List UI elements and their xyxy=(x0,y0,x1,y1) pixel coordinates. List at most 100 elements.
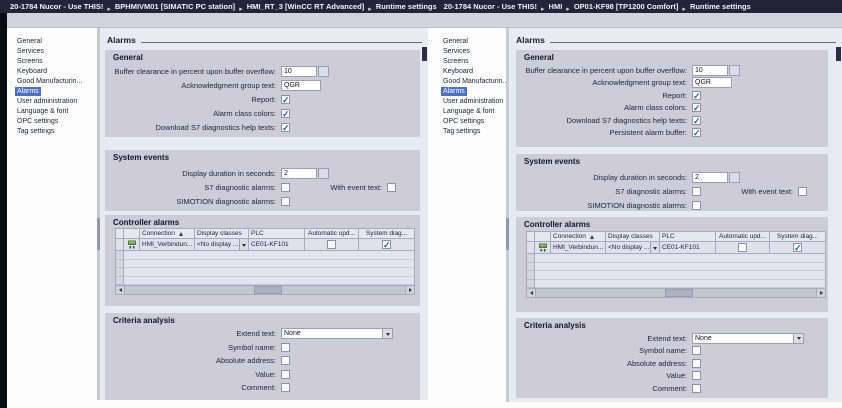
row-header-cell[interactable] xyxy=(526,242,535,254)
alarm-class-colors-checkbox[interactable] xyxy=(281,109,290,118)
table-row[interactable]: HMI_Verbindun... <No display ... CE01-KF… xyxy=(115,239,415,251)
spin-up-icon[interactable] xyxy=(322,169,326,173)
automatic-update-checkbox[interactable] xyxy=(327,240,336,249)
column-header-plc[interactable]: PLC xyxy=(249,228,305,239)
column-header-automatic-update[interactable]: Automatic upd... xyxy=(305,228,359,239)
plc-cell[interactable]: CE01-KF101 xyxy=(660,242,716,254)
value-checkbox[interactable] xyxy=(692,371,701,380)
extend-text-dropdown[interactable]: None xyxy=(692,333,804,344)
ack-group-text-input[interactable] xyxy=(281,80,321,91)
sidebar-item-alarms[interactable]: Alarms xyxy=(12,87,96,97)
scroll-right-icon[interactable] xyxy=(405,285,415,295)
report-checkbox[interactable] xyxy=(281,95,290,104)
spin-up-icon[interactable] xyxy=(322,67,326,71)
sidebar-item-language-font[interactable]: Language & font xyxy=(12,107,96,117)
row-header-cell[interactable] xyxy=(115,239,124,251)
absolute-address-checkbox[interactable] xyxy=(692,359,701,368)
spin-down-icon[interactable] xyxy=(322,174,326,178)
column-header-system-diagnostics[interactable]: System diag... xyxy=(359,228,415,239)
display-duration-input[interactable] xyxy=(692,172,728,183)
connection-cell[interactable]: HMI_Verbindun... xyxy=(140,239,195,251)
plc-cell[interactable]: CE01-KF101 xyxy=(249,239,305,251)
simotion-diagnostic-alarms-checkbox[interactable] xyxy=(692,201,701,210)
scrollbar-thumb[interactable] xyxy=(665,289,693,297)
system-diagnostics-checkbox[interactable] xyxy=(793,243,802,252)
spin-up-icon[interactable] xyxy=(733,173,737,177)
spinner-control[interactable] xyxy=(318,168,329,179)
breadcrumb-item[interactable]: HMI_RT_3 [WinCC RT Advanced] xyxy=(247,2,365,11)
criteria-analysis-section: Criteria analysis Extend text: None Symb… xyxy=(516,318,828,398)
column-header-display-classes[interactable]: Display classes xyxy=(195,228,249,239)
alarm-class-colors-checkbox[interactable] xyxy=(692,103,701,112)
display-classes-cell[interactable]: <No display ... xyxy=(195,239,249,251)
column-header-automatic-update[interactable]: Automatic upd... xyxy=(716,231,770,242)
value-checkbox[interactable] xyxy=(281,370,290,379)
breadcrumb-item[interactable]: HMI xyxy=(549,2,563,11)
sidebar-item-user-administration[interactable]: User administration xyxy=(12,97,96,107)
spin-up-icon[interactable] xyxy=(733,66,737,70)
spinner-control[interactable] xyxy=(729,65,740,76)
scrollbar-track[interactable] xyxy=(125,285,405,295)
scroll-right-icon[interactable] xyxy=(816,288,826,298)
column-header-system-diagnostics[interactable]: System diag... xyxy=(770,231,826,242)
sidebar-item-services[interactable]: Services xyxy=(12,47,96,57)
vertical-scrollbar-thumb[interactable] xyxy=(836,47,841,61)
dropdown-button[interactable] xyxy=(239,239,248,250)
connection-cell[interactable]: HMI_Verbindun... xyxy=(551,242,606,254)
spin-down-icon[interactable] xyxy=(322,72,326,76)
breadcrumb-item[interactable]: 20-1784 Nucor - Use THIS! xyxy=(10,2,103,11)
symbol-name-checkbox[interactable] xyxy=(692,346,701,355)
scrollbar-thumb[interactable] xyxy=(254,286,282,294)
system-diagnostics-checkbox[interactable] xyxy=(382,240,391,249)
breadcrumb-item[interactable]: OP01-KF98 [TP1200 Comfort] xyxy=(574,2,679,11)
sidebar-item-general[interactable]: General xyxy=(12,37,96,47)
column-header-plc[interactable]: PLC xyxy=(660,231,716,242)
comment-checkbox[interactable] xyxy=(692,384,701,393)
sidebar-item-screens[interactable]: Screens xyxy=(12,57,96,67)
column-header-display-classes[interactable]: Display classes xyxy=(606,231,660,242)
buffer-clearance-input[interactable] xyxy=(692,65,728,76)
persistent-alarm-buffer-checkbox[interactable] xyxy=(692,128,701,137)
dropdown-button[interactable] xyxy=(382,329,392,338)
table-row[interactable]: HMI_Verbindun... <No display ... CE01-KF… xyxy=(526,242,826,254)
with-event-text-checkbox[interactable] xyxy=(798,187,807,196)
horizontal-scrollbar[interactable] xyxy=(526,288,826,298)
ack-group-text-input[interactable] xyxy=(692,77,732,88)
sidebar-item-opc-settings[interactable]: OPC settings xyxy=(12,117,96,127)
breadcrumb-item[interactable]: Runtime settings xyxy=(376,2,437,11)
scrollbar-track[interactable] xyxy=(536,288,816,298)
buffer-clearance-input[interactable] xyxy=(281,66,317,77)
column-header-connection[interactable]: Connection xyxy=(551,231,606,242)
simotion-diagnostic-alarms-checkbox[interactable] xyxy=(281,197,290,206)
breadcrumb-item[interactable]: BPHMIVM01 [SIMATIC PC station] xyxy=(115,2,235,11)
vertical-scrollbar-thumb[interactable] xyxy=(422,47,427,61)
comment-checkbox[interactable] xyxy=(281,383,290,392)
download-s7-help-texts-checkbox[interactable] xyxy=(281,123,290,132)
scroll-left-icon[interactable] xyxy=(115,285,125,295)
report-checkbox[interactable] xyxy=(692,91,701,100)
with-event-text-checkbox[interactable] xyxy=(387,183,396,192)
breadcrumb-item[interactable]: Runtime settings xyxy=(690,2,751,11)
dropdown-button[interactable] xyxy=(650,242,659,253)
display-duration-input[interactable] xyxy=(281,168,317,179)
spin-down-icon[interactable] xyxy=(733,71,737,75)
s7-diagnostic-alarms-checkbox[interactable] xyxy=(692,187,701,196)
symbol-name-checkbox[interactable] xyxy=(281,343,290,352)
sidebar-item-keyboard[interactable]: Keyboard xyxy=(12,67,96,77)
extend-text-dropdown[interactable]: None xyxy=(281,328,393,339)
column-header-connection[interactable]: Connection xyxy=(140,228,195,239)
dropdown-button[interactable] xyxy=(793,334,803,343)
download-s7-help-texts-checkbox[interactable] xyxy=(692,116,701,125)
spinner-control[interactable] xyxy=(318,66,329,77)
breadcrumb-item[interactable]: 20-1784 Nucor - Use THIS! xyxy=(444,2,537,11)
sidebar-item-good-manufacturing[interactable]: Good Manufacturin... xyxy=(12,77,96,87)
spin-down-icon[interactable] xyxy=(733,178,737,182)
sidebar-item-tag-settings[interactable]: Tag settings xyxy=(12,127,96,137)
s7-diagnostic-alarms-checkbox[interactable] xyxy=(281,183,290,192)
automatic-update-checkbox[interactable] xyxy=(738,243,747,252)
display-classes-cell[interactable]: <No display ... xyxy=(606,242,660,254)
horizontal-scrollbar[interactable] xyxy=(115,285,415,295)
absolute-address-checkbox[interactable] xyxy=(281,356,290,365)
scroll-left-icon[interactable] xyxy=(526,288,536,298)
spinner-control[interactable] xyxy=(729,172,740,183)
